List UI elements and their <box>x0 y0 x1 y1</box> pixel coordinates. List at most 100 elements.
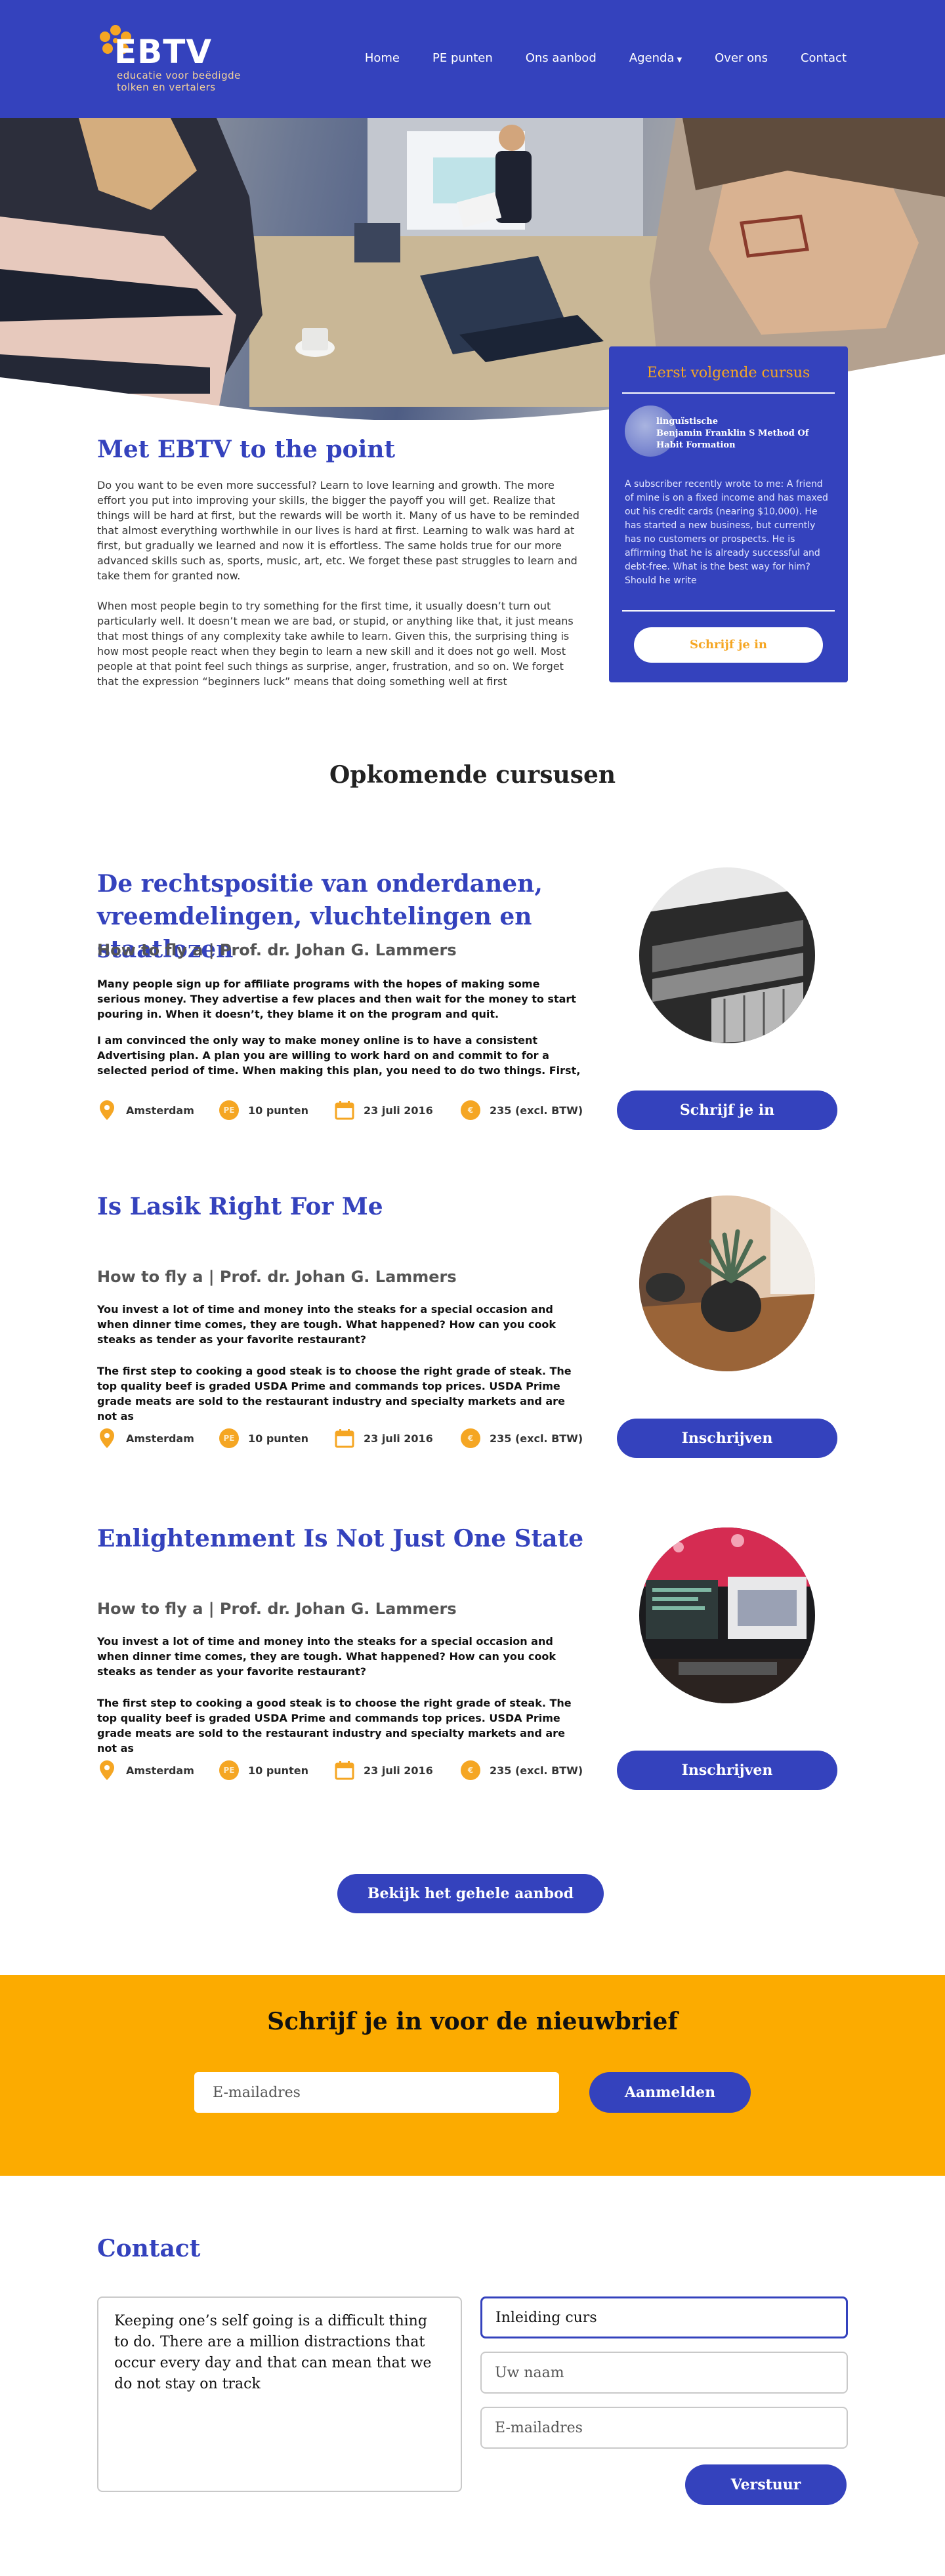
nav-contact[interactable]: Contact <box>801 51 847 65</box>
course-price-label: 235 (excl. BTW) <box>490 1104 583 1117</box>
course-paragraph: The first step to cooking a good steak i… <box>97 1697 572 1755</box>
course-meta: Amsterdam PE 10 punten 23 juli 2016 € 23… <box>97 1097 583 1123</box>
view-all-courses-button[interactable]: Bekijk het gehele aanbod <box>337 1874 604 1913</box>
course-price: € 235 (excl. BTW) <box>461 1428 583 1448</box>
course-signup-button[interactable]: Inschrijven <box>617 1419 837 1458</box>
course-image <box>639 1195 815 1371</box>
course-signup-button[interactable]: Schrijf je in <box>617 1091 837 1130</box>
course-title[interactable]: Enlightenment Is Not Just One State <box>97 1522 609 1555</box>
pe-badge: PE <box>219 1760 239 1780</box>
contact-subject-input[interactable] <box>480 2296 848 2338</box>
course-title[interactable]: Is Lasik Right For Me <box>97 1190 609 1223</box>
pe-badge-icon: PE <box>219 1760 239 1780</box>
contact-message-textarea[interactable]: Keeping one’s self going is a difficult … <box>97 2296 462 2492</box>
next-course-subtitle: linguïstische Benjamin Franklin S Method… <box>656 416 808 451</box>
course-image <box>639 867 815 1043</box>
logo-tagline-line-2: tolken en vertalers <box>117 81 216 93</box>
course-meta: Amsterdam PE 10 punten 23 juli 2016 € 23… <box>97 1425 583 1451</box>
course-points: PE 10 punten <box>219 1428 335 1448</box>
map-pin-icon <box>97 1100 117 1120</box>
euro-badge: € <box>461 1760 480 1780</box>
next-course-title: Eerst volgende cursus <box>646 365 810 381</box>
pe-badge-icon: PE <box>219 1100 239 1120</box>
upcoming-courses-title: Opkomende cursusen <box>329 761 616 789</box>
course-subtitle: How to fly a | Prof. dr. Johan G. Lammer… <box>97 1268 457 1286</box>
map-pin-icon <box>97 1760 117 1780</box>
next-course-subtitle-line-2: Benjamin Franklin S Method Of <box>656 428 809 438</box>
next-course-description: A subscriber recently wrote to me: A fri… <box>625 479 828 586</box>
course-points: PE 10 punten <box>219 1100 335 1120</box>
intro-paragraph: Do you want to be even more successful? … <box>97 479 579 582</box>
next-course-card: Eerst volgende cursus linguïstische Benj… <box>609 346 848 682</box>
logo[interactable]: EBTV educatie voor beëdigde tolken en ve… <box>97 24 248 96</box>
course-card: Is Lasik Right For Me How to fly a | Pro… <box>97 1193 848 1484</box>
course-date: 23 juli 2016 <box>335 1100 461 1120</box>
course-signup-button[interactable]: Inschrijven <box>617 1751 837 1790</box>
course-subtitle: How to fly a | Prof. dr. Johan G. Lammer… <box>97 1600 457 1618</box>
building-photo <box>639 867 815 1043</box>
newsletter-subscribe-button[interactable]: Aanmelden <box>589 2072 751 2113</box>
next-course-signup-button[interactable]: Schrijf je in <box>634 627 823 663</box>
course-location-label: Amsterdam <box>126 1104 194 1117</box>
intro-title: Met EBTV to the point <box>97 436 396 463</box>
course-paragraph: You invest a lot of time and money into … <box>97 1303 556 1346</box>
logo-text: EBTV <box>114 33 213 71</box>
divider <box>622 610 835 612</box>
next-course-subtitle-line-1: linguïstische <box>656 417 719 426</box>
course-price: € 235 (excl. BTW) <box>461 1760 583 1780</box>
newsletter-section: Schrijf je in voor de nieuwbrief Aanmeld… <box>0 1975 945 2176</box>
nav-over-ons[interactable]: Over ons <box>715 51 768 65</box>
nav-agenda[interactable]: Agenda <box>629 51 675 65</box>
site-header: EBTV educatie voor beëdigde tolken en ve… <box>0 0 945 118</box>
logo-tagline-line-1: educatie voor beëdigde <box>117 70 241 81</box>
course-date-label: 23 juli 2016 <box>364 1432 433 1445</box>
course-date-label: 23 juli 2016 <box>364 1764 433 1777</box>
contact-email-input[interactable] <box>480 2407 848 2449</box>
course-location: Amsterdam <box>97 1760 219 1780</box>
contact-send-button[interactable]: Verstuur <box>685 2464 847 2505</box>
course-date: 23 juli 2016 <box>335 1428 461 1448</box>
course-card: De rechtspositie van onderdanen, vreemde… <box>97 867 848 1156</box>
pe-badge: PE <box>219 1428 239 1448</box>
euro-badge-icon: € <box>461 1100 480 1120</box>
calendar-icon <box>335 1428 354 1448</box>
course-location-label: Amsterdam <box>126 1432 194 1445</box>
nav-home[interactable]: Home <box>365 51 400 65</box>
course-image <box>639 1527 815 1703</box>
course-subtitle: How to fly a | Prof. dr. Johan G. Lammer… <box>97 941 457 959</box>
contact-name-input[interactable] <box>480 2352 848 2394</box>
course-paragraph: Many people sign up for affiliate progra… <box>97 978 576 1020</box>
newsletter-title: Schrijf je in voor de nieuwbrief <box>267 2008 678 2035</box>
euro-badge-icon: € <box>461 1428 480 1448</box>
course-price-label: 235 (excl. BTW) <box>490 1764 583 1777</box>
course-date: 23 juli 2016 <box>335 1760 461 1780</box>
calendar-icon <box>335 1760 354 1780</box>
nav-ons-aanbod[interactable]: Ons aanbod <box>526 51 597 65</box>
course-price-label: 235 (excl. BTW) <box>490 1432 583 1445</box>
caret-down-icon: ▼ <box>677 56 682 64</box>
newsletter-email-input[interactable] <box>194 2072 559 2113</box>
main-nav: Home PE punten Ons aanbod Agenda ▼ Over o… <box>365 51 847 65</box>
pe-badge: PE <box>219 1100 239 1120</box>
nav-pe-punten[interactable]: PE punten <box>432 51 493 65</box>
course-location: Amsterdam <box>97 1428 219 1448</box>
course-price: € 235 (excl. BTW) <box>461 1100 583 1120</box>
course-location-label: Amsterdam <box>126 1764 194 1777</box>
nav-agenda-wrapper[interactable]: Agenda ▼ <box>629 51 682 65</box>
logo-tagline: educatie voor beëdigde tolken en vertale… <box>117 70 241 93</box>
page: EBTV educatie voor beëdigde tolken en ve… <box>0 0 945 2576</box>
map-pin-icon <box>97 1428 117 1448</box>
course-points-label: 10 punten <box>248 1104 308 1117</box>
course-points-label: 10 punten <box>248 1432 308 1445</box>
intro-text: Do you want to be even more successful? … <box>97 478 583 704</box>
euro-badge: € <box>461 1428 480 1448</box>
course-card: Enlightenment Is Not Just One State How … <box>97 1525 848 1816</box>
course-points: PE 10 punten <box>219 1760 335 1780</box>
course-paragraph: The first step to cooking a good steak i… <box>97 1365 572 1423</box>
next-course-subtitle-line-3: Habit Formation <box>656 440 736 450</box>
course-points-label: 10 punten <box>248 1764 308 1777</box>
course-location: Amsterdam <box>97 1100 219 1120</box>
workspace-photo <box>639 1527 815 1703</box>
intro-paragraph: When most people begin to try something … <box>97 600 574 688</box>
plant-photo <box>639 1195 815 1371</box>
